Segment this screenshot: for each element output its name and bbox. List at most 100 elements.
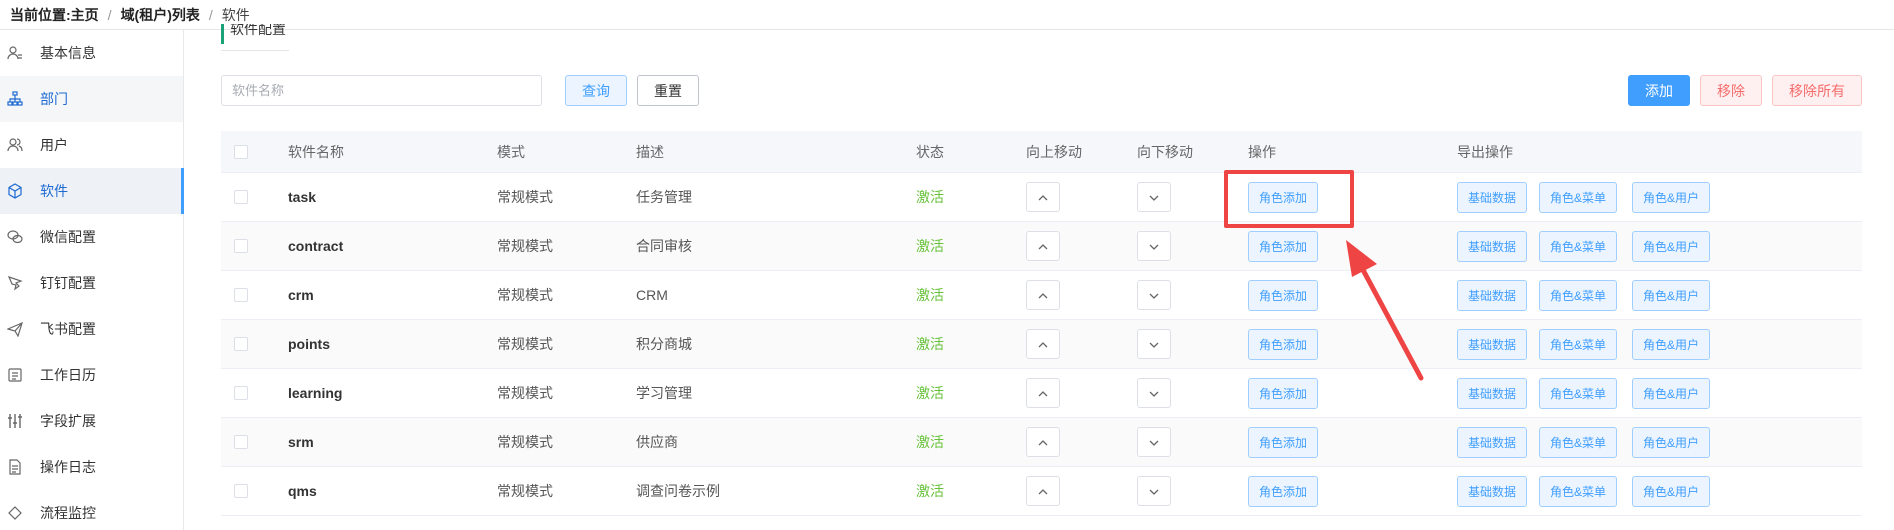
role-menu-export-button[interactable]: 角色&菜单 <box>1539 328 1618 360</box>
status-badge: 激活 <box>916 434 944 450</box>
feishu-icon <box>6 320 24 338</box>
sidebar-item-flow-monitor[interactable]: 流程监控 <box>0 490 183 530</box>
role-menu-export-button[interactable]: 角色&菜单 <box>1539 230 1618 262</box>
move-down-button[interactable] <box>1137 231 1171 261</box>
cube-icon <box>6 182 24 200</box>
add-button[interactable]: 添加 <box>1628 75 1690 106</box>
row-checkbox[interactable] <box>234 239 248 253</box>
reset-button[interactable]: 重置 <box>637 75 699 106</box>
dingtalk-icon <box>6 274 24 292</box>
move-down-button[interactable] <box>1137 427 1171 457</box>
header-move-down: 向下移动 <box>1137 143 1193 160</box>
query-button[interactable]: 查询 <box>565 75 627 106</box>
move-up-button[interactable] <box>1026 476 1060 506</box>
move-up-button[interactable] <box>1026 329 1060 359</box>
row-checkbox[interactable] <box>234 484 248 498</box>
description-cell: 合同审核 <box>636 238 692 254</box>
sidebar-item-department[interactable]: 部门 <box>0 76 183 122</box>
mode-cell: 常规模式 <box>497 336 553 352</box>
mode-cell: 常规模式 <box>497 434 553 450</box>
chevron-up-icon <box>1038 385 1048 401</box>
role-menu-export-button[interactable]: 角色&菜单 <box>1539 426 1618 458</box>
move-down-button[interactable] <box>1137 476 1171 506</box>
basic-data-export-button[interactable]: 基础数据 <box>1457 230 1528 262</box>
role-add-button[interactable]: 角色添加 <box>1248 475 1319 507</box>
sidebar-item-label: 部门 <box>40 91 68 107</box>
breadcrumb-separator: / <box>208 6 213 23</box>
sidebar-item-wechat-config[interactable]: 微信配置 <box>0 214 183 260</box>
row-checkbox[interactable] <box>234 386 248 400</box>
sidebar-item-users[interactable]: 用户 <box>0 122 183 168</box>
breadcrumb-home-link[interactable]: 主页 <box>71 5 99 25</box>
table-row: contract 常规模式 合同审核 激活 角色添加 基础数据 角色&菜单 角色… <box>221 222 1862 271</box>
table-row: crm 常规模式 CRM 激活 角色添加 基础数据 角色&菜单 角色&用户 <box>221 271 1862 320</box>
role-menu-export-button[interactable]: 角色&菜单 <box>1539 377 1618 409</box>
description-cell: CRM <box>636 287 668 303</box>
role-user-export-button[interactable]: 角色&用户 <box>1632 230 1711 262</box>
sidebar-item-work-calendar[interactable]: 工作日历 <box>0 352 183 398</box>
sidebar-item-label: 基本信息 <box>40 45 96 61</box>
role-menu-export-button[interactable]: 角色&菜单 <box>1539 181 1618 213</box>
role-menu-export-button[interactable]: 角色&菜单 <box>1539 475 1618 507</box>
basic-data-export-button[interactable]: 基础数据 <box>1457 279 1528 311</box>
sidebar-item-software[interactable]: 软件 <box>0 168 184 214</box>
row-checkbox[interactable] <box>234 435 248 449</box>
basic-data-export-button[interactable]: 基础数据 <box>1457 377 1528 409</box>
chevron-down-icon <box>1149 385 1159 401</box>
move-down-button[interactable] <box>1137 280 1171 310</box>
role-menu-export-button[interactable]: 角色&菜单 <box>1539 279 1618 311</box>
sidebar-item-feishu-config[interactable]: 飞书配置 <box>0 306 183 352</box>
select-all-checkbox[interactable] <box>234 144 248 159</box>
basic-data-export-button[interactable]: 基础数据 <box>1457 181 1528 213</box>
org-chart-icon <box>6 90 24 108</box>
basic-data-export-button[interactable]: 基础数据 <box>1457 328 1528 360</box>
sidebar-item-basic-info[interactable]: 基本信息 <box>0 30 183 76</box>
role-user-export-button[interactable]: 角色&用户 <box>1632 328 1711 360</box>
remove-button[interactable]: 移除 <box>1700 75 1762 106</box>
sidebar-item-field-extension[interactable]: 字段扩展 <box>0 398 183 444</box>
move-up-button[interactable] <box>1026 280 1060 310</box>
role-user-export-button[interactable]: 角色&用户 <box>1632 426 1711 458</box>
move-up-button[interactable] <box>1026 378 1060 408</box>
software-name-cell: contract <box>288 238 344 254</box>
role-add-button[interactable]: 角色添加 <box>1248 426 1319 458</box>
move-down-button[interactable] <box>1137 329 1171 359</box>
breadcrumb-tenant-list-link[interactable]: 域(租户)列表 <box>121 5 200 25</box>
row-checkbox[interactable] <box>234 288 248 302</box>
role-add-button[interactable]: 角色添加 <box>1248 328 1319 360</box>
role-user-export-button[interactable]: 角色&用户 <box>1632 475 1711 507</box>
role-user-export-button[interactable]: 角色&用户 <box>1632 181 1711 213</box>
mode-cell: 常规模式 <box>497 483 553 499</box>
move-up-button[interactable] <box>1026 182 1060 212</box>
header-status: 状态 <box>916 143 944 160</box>
role-add-button[interactable]: 角色添加 <box>1248 377 1319 409</box>
log-icon <box>6 458 24 476</box>
chevron-up-icon <box>1038 336 1048 352</box>
move-down-button[interactable] <box>1137 378 1171 408</box>
software-name-search-input[interactable] <box>221 75 542 106</box>
header-operation: 操作 <box>1248 143 1276 160</box>
software-table: 软件名称 模式 描述 状态 向上移动 向下移动 操作 导出操作 task 常规模… <box>221 131 1862 516</box>
status-badge: 激活 <box>916 385 944 401</box>
move-down-button[interactable] <box>1137 182 1171 212</box>
role-add-button[interactable]: 角色添加 <box>1248 181 1319 213</box>
role-user-export-button[interactable]: 角色&用户 <box>1632 279 1711 311</box>
role-add-button[interactable]: 角色添加 <box>1248 279 1319 311</box>
move-up-button[interactable] <box>1026 427 1060 457</box>
role-add-button[interactable]: 角色添加 <box>1248 230 1319 262</box>
move-up-button[interactable] <box>1026 231 1060 261</box>
basic-data-export-button[interactable]: 基础数据 <box>1457 426 1528 458</box>
basic-data-export-button[interactable]: 基础数据 <box>1457 475 1528 507</box>
sidebar-item-dingtalk-config[interactable]: 钉钉配置 <box>0 260 183 306</box>
sidebar-item-operation-log[interactable]: 操作日志 <box>0 444 183 490</box>
mode-cell: 常规模式 <box>497 287 553 303</box>
chevron-down-icon <box>1149 336 1159 352</box>
row-checkbox[interactable] <box>234 190 248 204</box>
role-user-export-button[interactable]: 角色&用户 <box>1632 377 1711 409</box>
software-name-cell: learning <box>288 385 343 401</box>
mode-cell: 常规模式 <box>497 238 553 254</box>
description-cell: 学习管理 <box>636 385 692 401</box>
remove-all-button[interactable]: 移除所有 <box>1772 75 1862 106</box>
row-checkbox[interactable] <box>234 337 248 351</box>
sidebar-item-label: 用户 <box>40 137 68 153</box>
